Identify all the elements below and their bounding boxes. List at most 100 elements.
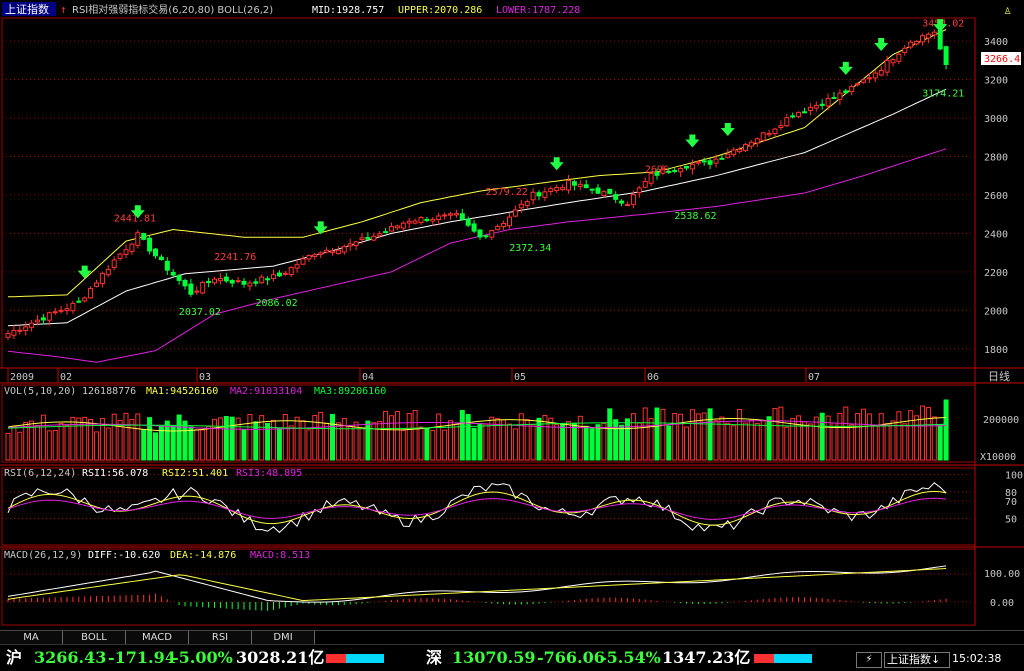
volume-bar <box>890 420 896 461</box>
candle-down <box>465 218 471 226</box>
volume-bar <box>855 413 861 461</box>
volume-bar <box>330 413 335 461</box>
macd-ytick-0: 0.00 <box>990 598 1014 609</box>
volume-bar <box>17 431 23 461</box>
volume-bar <box>359 427 365 461</box>
candle-down <box>613 194 619 200</box>
bell-icon[interactable]: ♙ <box>1004 3 1011 17</box>
period-label[interactable]: 日线 <box>988 369 1010 383</box>
volume-bar <box>58 423 64 461</box>
candle-up <box>294 264 300 269</box>
volume-bar <box>424 427 430 461</box>
price-tick-label: 2600 <box>984 191 1008 202</box>
volume-bar <box>849 424 855 461</box>
candle-up <box>389 226 394 232</box>
volume-bar <box>341 418 347 461</box>
candle-down <box>666 170 672 173</box>
candle-up <box>678 167 684 173</box>
volume-bar <box>619 424 625 461</box>
volume-bar <box>52 429 58 461</box>
stock-chart[interactable]: 1800 2000 2200 2400 2600 2800 3000 3200 3400 2009… <box>0 0 1024 630</box>
volume-bar <box>737 408 743 461</box>
volume-bar <box>141 429 147 461</box>
volume-bar <box>300 420 306 461</box>
candle-up <box>11 329 17 336</box>
volume-bar <box>813 416 819 461</box>
candle-up <box>406 220 412 224</box>
rsi-tick-label: 80 <box>1005 488 1017 499</box>
volume-bar <box>772 407 778 461</box>
volume-bar <box>902 423 908 461</box>
candle-up <box>660 169 666 174</box>
volume-bar <box>176 414 182 461</box>
volume-bar <box>731 425 737 461</box>
volume-bar <box>465 414 471 461</box>
candle-down <box>819 103 825 106</box>
candle-up <box>796 111 802 118</box>
volume-bar <box>306 429 312 461</box>
volume-bar <box>920 405 925 461</box>
volume-bar <box>471 427 477 461</box>
candle-up <box>507 216 512 227</box>
sh-pct: -5.00% <box>172 648 233 667</box>
price-tick-label: 2200 <box>984 268 1008 279</box>
tab-macd[interactable]: MACD <box>126 631 189 644</box>
volume-bar <box>672 413 678 461</box>
candle-down <box>802 111 807 114</box>
volume-bar <box>689 409 695 461</box>
candle-up <box>495 226 501 231</box>
tab-boll[interactable]: BOLL <box>63 631 126 644</box>
candle-up <box>135 232 141 246</box>
rsi-label: RSI(6,12,24) <box>4 468 76 479</box>
volume-bar <box>288 425 294 461</box>
candle-down <box>276 272 282 277</box>
candle-up <box>908 41 914 48</box>
volume-bar <box>613 419 619 461</box>
sz-up-meter <box>754 654 774 663</box>
candle-up <box>235 280 241 283</box>
volume-bar <box>625 418 630 461</box>
price-annotation: 2579.22 <box>486 187 528 198</box>
sz-change: -766.06 <box>537 648 605 667</box>
volume-bar <box>807 423 813 461</box>
price-tick-label: 2400 <box>984 229 1008 240</box>
x-tick-label: 07 <box>808 372 820 383</box>
boll-mid: MID:1928.757 <box>312 5 384 16</box>
volume-bar <box>501 419 507 461</box>
volume-bar <box>914 415 920 461</box>
candle-up <box>695 161 701 164</box>
candle-up <box>713 158 719 164</box>
candle-down <box>831 96 837 99</box>
sh-label: 沪 <box>6 648 23 667</box>
volume-bar <box>46 430 52 461</box>
volume-bar <box>353 421 359 461</box>
volume-bar <box>135 413 141 461</box>
price-annotation: 3174.21 <box>922 89 964 100</box>
candle-up <box>737 148 743 153</box>
candle-up <box>748 141 754 147</box>
candle-up <box>566 180 571 191</box>
tab-dmi[interactable]: DMI <box>252 631 315 644</box>
candle-down <box>571 181 577 186</box>
candle-up <box>123 249 129 256</box>
candle-up <box>353 241 359 246</box>
candle-down <box>536 192 542 197</box>
boll-upper: UPPER:2070.286 <box>398 5 482 16</box>
volume-bar <box>648 418 654 461</box>
candle-up <box>259 276 265 284</box>
lightning-icon[interactable]: ⚡ <box>856 652 882 668</box>
volume-bar <box>713 420 719 461</box>
index-select[interactable]: 上证指数↓ <box>884 652 950 668</box>
tab-rsi[interactable]: RSI <box>189 631 252 644</box>
candle-up <box>731 149 737 155</box>
volume-bar <box>878 413 884 461</box>
volume-bar <box>147 417 153 461</box>
candle-up <box>560 187 566 190</box>
tab-ma[interactable]: MA <box>0 631 63 644</box>
volume-bar <box>654 407 660 461</box>
candle-up <box>849 86 855 92</box>
volume-bar <box>636 422 642 461</box>
volume-bar <box>571 423 577 461</box>
volume-bar <box>518 413 524 461</box>
candle-down <box>158 256 164 261</box>
